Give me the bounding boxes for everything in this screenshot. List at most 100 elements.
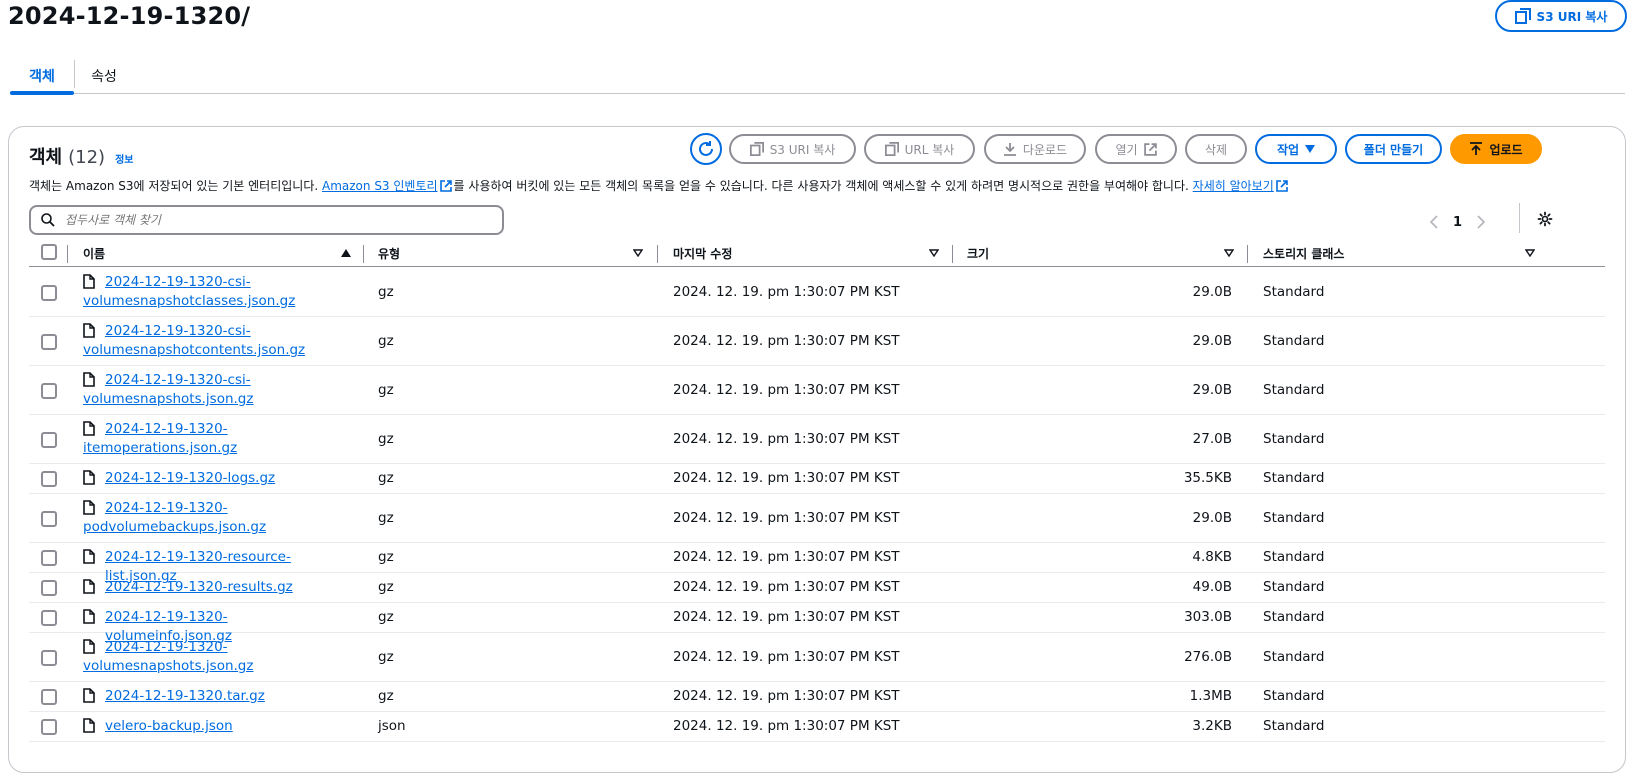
tab-properties-label: 속성 bbox=[91, 69, 117, 85]
gear-icon[interactable] bbox=[1537, 211, 1553, 227]
create-folder-button[interactable]: 폴더 만들기 bbox=[1345, 134, 1442, 164]
info-link[interactable]: 정보 bbox=[115, 151, 133, 166]
row-checkbox[interactable] bbox=[41, 689, 57, 705]
table-row[interactable]: velero-backup.json json 2024. 12. 19. pm 1… bbox=[29, 712, 1605, 742]
row-checkbox[interactable] bbox=[41, 510, 57, 527]
table-row[interactable]: 2024-12-19-1320-results.gz gz 2024. 12. 19… bbox=[29, 573, 1605, 603]
object-name-line2: volumesnapshotcontents.json.gz bbox=[83, 342, 306, 358]
object-name-link[interactable]: 2024-12-19-1320-csi-volumesnapshotconten… bbox=[83, 322, 353, 360]
sort-icon[interactable] bbox=[1224, 249, 1234, 257]
object-storage-class: Standard bbox=[1263, 648, 1325, 665]
row-checkbox[interactable] bbox=[41, 284, 57, 301]
learn-more-link[interactable]: 자세히 알아보기 bbox=[1193, 179, 1274, 193]
table-row[interactable]: 2024-12-19-1320-logs.gz gz 2024. 12. 19. p… bbox=[29, 464, 1605, 494]
object-size: 3.2KB bbox=[1192, 718, 1232, 734]
tab-properties[interactable]: 속성 bbox=[74, 60, 134, 92]
object-storage-class: Standard bbox=[1263, 718, 1325, 734]
table-row[interactable]: 2024-12-19-1320- itemoperations.json.gz gz… bbox=[29, 415, 1605, 464]
chevron-right-icon[interactable] bbox=[1476, 215, 1486, 229]
object-storage-class: Standard bbox=[1263, 381, 1325, 398]
table-row[interactable]: 2024-12-19-1320-csi-volumesnapshotconten… bbox=[29, 317, 1605, 366]
active-tab-indicator bbox=[10, 91, 74, 95]
column-size-label: 크기 bbox=[967, 246, 990, 261]
download-icon bbox=[1003, 143, 1016, 156]
object-name-link[interactable]: velero-backup.json bbox=[83, 717, 353, 736]
object-name-link[interactable]: 2024-12-19-1320- volumesnapshots.json.gz bbox=[83, 638, 353, 676]
upload-button[interactable]: 업로드 bbox=[1450, 134, 1542, 164]
row-checkbox[interactable] bbox=[41, 610, 57, 626]
object-storage-class: Standard bbox=[1263, 470, 1325, 486]
row-checkbox[interactable] bbox=[41, 580, 57, 596]
open-button[interactable]: 열기 bbox=[1095, 134, 1177, 164]
object-name-link[interactable]: 2024-12-19-1320-csi-volumesnapshotclasse… bbox=[83, 273, 353, 311]
panel-title: 객체 bbox=[29, 147, 63, 168]
object-name-cell: 2024-12-19-1320-csi-volumesnapshots.json… bbox=[83, 371, 353, 409]
row-checkbox[interactable] bbox=[41, 333, 57, 350]
search-icon bbox=[41, 213, 55, 227]
chevron-left-icon[interactable] bbox=[1429, 215, 1439, 229]
object-name-cell: 2024-12-19-1320-results.gz bbox=[83, 578, 353, 597]
column-header-last-modified[interactable]: 마지막 수정 bbox=[673, 239, 732, 267]
copy-url-button[interactable]: URL 복사 bbox=[864, 134, 975, 164]
table-row[interactable]: 2024-12-19-1320-csi-volumesnapshots.json… bbox=[29, 366, 1605, 415]
table-row[interactable]: 2024-12-19-1320- volumesnapshots.json.gz g… bbox=[29, 633, 1605, 682]
sort-icon[interactable] bbox=[1525, 249, 1535, 257]
object-last-modified: 2024. 12. 19. pm 1:30:07 PM KST bbox=[673, 509, 900, 526]
row-checkbox[interactable] bbox=[41, 382, 57, 399]
row-checkbox[interactable] bbox=[41, 719, 57, 735]
s3-inventory-link[interactable]: Amazon S3 인벤토리 bbox=[322, 179, 438, 193]
table-row[interactable]: 2024-12-19-1320- podvolumebackups.json.gz… bbox=[29, 494, 1605, 543]
object-type: gz bbox=[378, 470, 394, 486]
object-size: 29.0B bbox=[1192, 332, 1232, 349]
column-divider bbox=[67, 245, 68, 263]
object-storage-class: Standard bbox=[1263, 688, 1325, 704]
column-header-storage-class[interactable]: 스토리지 클래스 bbox=[1263, 239, 1344, 267]
row-checkbox[interactable] bbox=[41, 431, 57, 448]
search-input[interactable] bbox=[65, 213, 485, 227]
actions-dropdown-button[interactable]: 작업 bbox=[1255, 134, 1337, 164]
object-name-link[interactable]: 2024-12-19-1320-csi-volumesnapshots.json… bbox=[83, 371, 353, 409]
refresh-button[interactable] bbox=[690, 133, 722, 165]
object-name-link[interactable]: 2024-12-19-1320-results.gz bbox=[83, 578, 353, 597]
row-checkbox[interactable] bbox=[41, 550, 57, 566]
search-box[interactable] bbox=[29, 205, 504, 235]
delete-button[interactable]: 삭제 bbox=[1185, 134, 1247, 164]
open-label: 열기 bbox=[1115, 142, 1138, 157]
row-checkbox[interactable] bbox=[41, 649, 57, 666]
column-storage-class-label: 스토리지 클래스 bbox=[1263, 246, 1345, 261]
object-last-modified: 2024. 12. 19. pm 1:30:07 PM KST bbox=[673, 549, 900, 565]
column-header-size[interactable]: 크기 bbox=[967, 239, 989, 267]
copy-s3-uri-button[interactable]: S3 URI 복사 bbox=[729, 134, 856, 164]
copy-s3-uri-top-button[interactable]: S3 URI 복사 bbox=[1495, 0, 1627, 32]
table-row[interactable]: 2024-12-19-1320-csi-volumesnapshotclasse… bbox=[29, 268, 1605, 317]
tab-objects[interactable]: 객체 bbox=[10, 60, 74, 92]
column-last-modified-label: 마지막 수정 bbox=[673, 246, 733, 261]
object-type: gz bbox=[378, 430, 394, 447]
object-type: gz bbox=[378, 648, 394, 665]
object-name-cell: 2024-12-19-1320-logs.gz bbox=[83, 469, 353, 488]
column-header-name[interactable]: 이름 bbox=[83, 239, 105, 267]
object-size: 29.0B bbox=[1192, 283, 1232, 300]
download-button[interactable]: 다운로드 bbox=[984, 134, 1086, 164]
select-all-checkbox[interactable] bbox=[41, 244, 57, 260]
external-link-icon bbox=[1275, 180, 1288, 192]
row-checkbox[interactable] bbox=[41, 471, 57, 487]
table-row[interactable]: 2024-12-19-1320-resource-list.json.gz gz 2… bbox=[29, 543, 1605, 584]
object-name-link[interactable]: 2024-12-19-1320- itemoperations.json.gz bbox=[83, 420, 353, 458]
object-size: 1.3MB bbox=[1189, 688, 1232, 704]
file-icon bbox=[83, 639, 95, 660]
object-name-link[interactable]: 2024-12-19-1320- podvolumebackups.json.gz bbox=[83, 499, 353, 537]
object-name-link[interactable]: 2024-12-19-1320-logs.gz bbox=[83, 469, 353, 488]
table-row[interactable]: 2024-12-19-1320-volumeinfo.json.gz gz 2024… bbox=[29, 603, 1605, 644]
sort-ascending-icon[interactable] bbox=[341, 249, 351, 257]
current-page-number[interactable]: 1 bbox=[1453, 215, 1462, 230]
sort-icon[interactable] bbox=[929, 249, 939, 257]
sort-icon[interactable] bbox=[633, 249, 643, 257]
object-name-link[interactable]: 2024-12-19-1320.tar.gz bbox=[83, 687, 353, 706]
object-name-line2: volumesnapshots.json.gz bbox=[83, 658, 254, 674]
column-header-type[interactable]: 유형 bbox=[378, 239, 400, 267]
actions-label: 작업 bbox=[1276, 142, 1300, 157]
table-row[interactable]: 2024-12-19-1320.tar.gz gz 2024. 12. 19. pm… bbox=[29, 682, 1605, 712]
desc-text-1: 객체는 Amazon S3에 저장되어 있는 기본 엔터티입니다. bbox=[29, 179, 322, 193]
copy-icon bbox=[1514, 8, 1531, 24]
